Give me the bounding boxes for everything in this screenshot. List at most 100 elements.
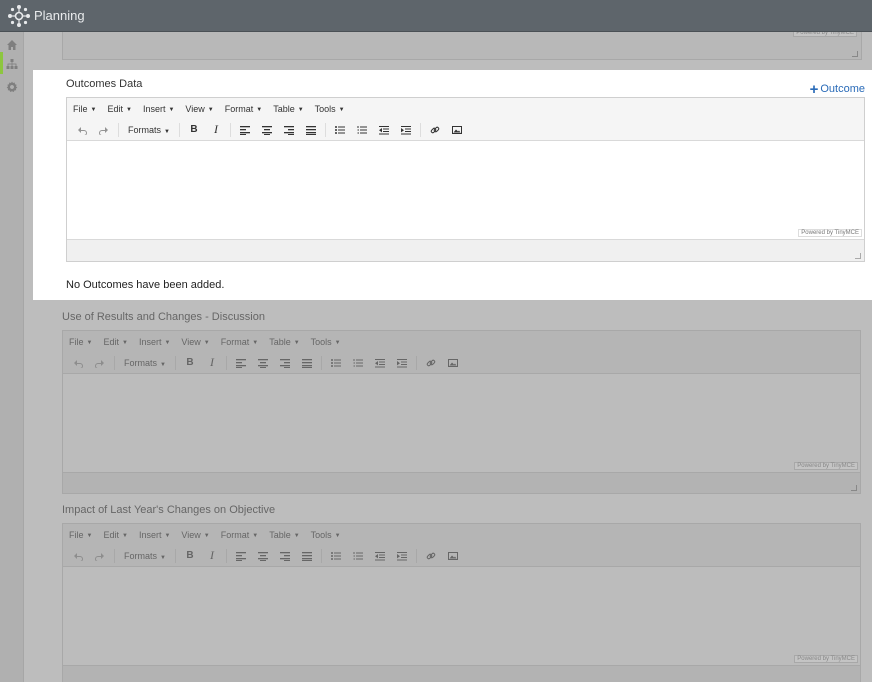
impact-editor[interactable]: File ▼ Edit ▼ Insert ▼ View ▼ Format ▼ Table ▼ Tools…: [62, 523, 861, 682]
formats-dropdown[interactable]: Formats ▼: [118, 358, 172, 368]
menu-table[interactable]: Table ▼: [269, 530, 299, 540]
toolbar-separator: [174, 355, 176, 370]
image-icon[interactable]: [446, 121, 468, 139]
menu-format[interactable]: Format ▼: [221, 337, 258, 347]
menu-tools[interactable]: Tools ▼: [311, 337, 341, 347]
menu-file[interactable]: File ▼: [69, 530, 92, 540]
italic-icon[interactable]: I: [205, 121, 227, 139]
undo-icon[interactable]: [67, 354, 89, 372]
powered-by-label[interactable]: Powered by TinyMCE: [794, 655, 858, 663]
menu-insert[interactable]: Insert ▼: [143, 104, 174, 114]
align-right-icon[interactable]: [274, 547, 296, 565]
caret-down-icon: ▼: [90, 106, 97, 113]
align-center-icon[interactable]: [252, 547, 274, 565]
menu-file[interactable]: File ▼: [69, 337, 92, 347]
outdent-icon[interactable]: [369, 354, 391, 372]
sidebar-item-settings[interactable]: [3, 78, 21, 96]
align-justify-icon[interactable]: [296, 547, 318, 565]
resize-handle[interactable]: [855, 253, 861, 259]
align-right-icon[interactable]: [274, 354, 296, 372]
indent-icon[interactable]: [391, 354, 413, 372]
redo-icon[interactable]: [93, 121, 115, 139]
menu-edit[interactable]: Edit ▼: [103, 530, 127, 540]
menu-label: Tools: [314, 103, 336, 114]
italic-icon[interactable]: I: [201, 354, 223, 372]
formats-label: Formats: [124, 550, 158, 561]
align-center-icon[interactable]: [256, 121, 278, 139]
link-icon[interactable]: [420, 547, 442, 565]
caret-down-icon: ▼: [334, 339, 341, 346]
undo-icon[interactable]: [67, 547, 89, 565]
toolbar-separator: [118, 122, 119, 137]
align-justify-icon[interactable]: [300, 121, 322, 139]
menu-table[interactable]: Table ▼: [273, 104, 303, 114]
menu-table[interactable]: Table ▼: [269, 337, 299, 347]
menu-label: Table: [269, 336, 291, 347]
align-center-icon[interactable]: [252, 354, 274, 372]
sidebar-item-org-chart[interactable]: [3, 55, 21, 73]
sidebar: [0, 32, 24, 682]
editor-body[interactable]: Powered by TinyMCE: [67, 141, 864, 239]
menu-view[interactable]: View ▼: [185, 104, 213, 114]
undo-icon[interactable]: [71, 121, 93, 139]
powered-by-label[interactable]: Powered by TinyMCE: [798, 229, 862, 237]
indent-icon[interactable]: [395, 121, 417, 139]
align-left-icon[interactable]: [234, 121, 256, 139]
toolbar-separator: [419, 122, 421, 137]
menu-edit[interactable]: Edit ▼: [103, 337, 127, 347]
editor-body[interactable]: Powered by TinyMCE: [63, 567, 860, 665]
outdent-icon[interactable]: [373, 121, 395, 139]
toolbar-separator: [174, 548, 176, 563]
plus-icon: +: [809, 80, 819, 98]
add-outcome-button[interactable]: + Outcome: [809, 80, 865, 98]
menu-format[interactable]: Format ▼: [221, 530, 258, 540]
menu-view[interactable]: View ▼: [181, 337, 209, 347]
bold-icon[interactable]: B: [179, 354, 201, 372]
menu-label: File: [69, 336, 84, 347]
editor-body[interactable]: Powered by TinyMCE: [63, 374, 860, 472]
powered-by-label[interactable]: Powered by TinyMCE: [794, 462, 858, 470]
discussion-editor[interactable]: File ▼ Edit ▼ Insert ▼ View ▼ Format ▼ Table ▼ Tools…: [62, 330, 861, 494]
formats-dropdown[interactable]: Formats ▼: [118, 551, 172, 561]
menu-insert[interactable]: Insert ▼: [139, 337, 170, 347]
align-left-icon[interactable]: [230, 547, 252, 565]
formats-dropdown[interactable]: Formats ▼: [122, 125, 176, 135]
italic-icon[interactable]: I: [201, 547, 223, 565]
align-right-icon[interactable]: [278, 121, 300, 139]
menu-tools[interactable]: Tools ▼: [311, 530, 341, 540]
bold-icon[interactable]: B: [183, 121, 205, 139]
bullet-list-icon[interactable]: [325, 354, 347, 372]
image-icon[interactable]: [442, 547, 464, 565]
menu-view[interactable]: View ▼: [181, 530, 209, 540]
bullet-list-icon[interactable]: [329, 121, 351, 139]
redo-icon[interactable]: [89, 354, 111, 372]
toolbar-separator: [225, 548, 227, 563]
menu-file[interactable]: File ▼: [73, 104, 96, 114]
previous-editor[interactable]: Powered by TinyMCE: [62, 32, 862, 60]
numbered-list-icon[interactable]: [351, 121, 373, 139]
powered-by-label[interactable]: Powered by TinyMCE: [793, 32, 857, 37]
indent-icon[interactable]: [391, 547, 413, 565]
sidebar-item-home[interactable]: [3, 36, 21, 54]
align-left-icon[interactable]: [230, 354, 252, 372]
redo-icon[interactable]: [89, 547, 111, 565]
network-hub-icon[interactable]: [7, 4, 31, 28]
bold-icon[interactable]: B: [179, 547, 201, 565]
menu-insert[interactable]: Insert ▼: [139, 530, 170, 540]
align-justify-icon[interactable]: [296, 354, 318, 372]
link-icon[interactable]: [420, 354, 442, 372]
menu-edit[interactable]: Edit ▼: [107, 104, 131, 114]
outcomes-editor[interactable]: File ▼ Edit ▼ Insert ▼ View ▼ Format ▼ Table ▼ Tools…: [66, 97, 865, 262]
resize-handle[interactable]: [851, 485, 857, 491]
numbered-list-icon[interactable]: [347, 354, 369, 372]
numbered-list-icon[interactable]: [347, 547, 369, 565]
resize-handle[interactable]: [852, 51, 858, 57]
empty-outcomes-message: No Outcomes have been added.: [66, 279, 225, 291]
bullet-list-icon[interactable]: [325, 547, 347, 565]
image-icon[interactable]: [442, 354, 464, 372]
link-icon[interactable]: [424, 121, 446, 139]
menu-tools[interactable]: Tools ▼: [315, 104, 345, 114]
outdent-icon[interactable]: [369, 547, 391, 565]
menu-format[interactable]: Format ▼: [225, 104, 262, 114]
editor-menubar: File ▼ Edit ▼ Insert ▼ View ▼ Format ▼ Table ▼ Tools…: [63, 524, 860, 545]
